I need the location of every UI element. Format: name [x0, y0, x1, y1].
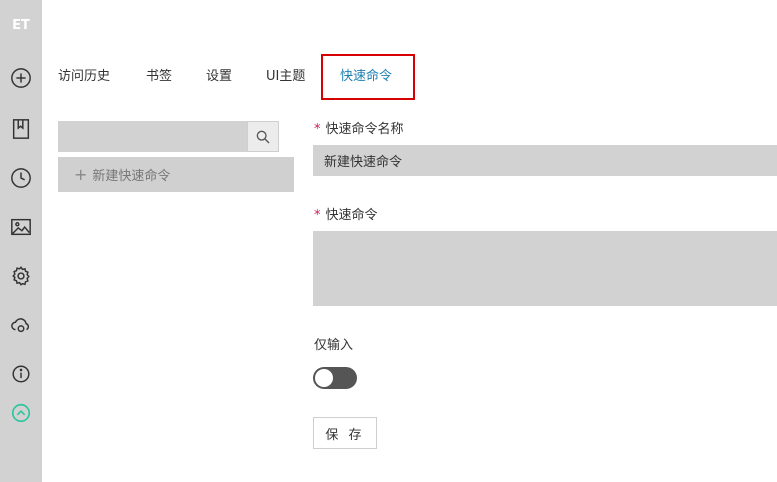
- collapse-up-icon[interactable]: [8, 400, 34, 426]
- tab-ui-theme[interactable]: UI主题: [266, 67, 305, 87]
- sidebar: ET: [0, 0, 42, 482]
- required-mark: *: [314, 122, 321, 137]
- search-box: [58, 121, 279, 152]
- required-mark: *: [314, 208, 321, 223]
- search-button[interactable]: [247, 121, 279, 152]
- app-logo: ET: [12, 18, 30, 33]
- gear-icon[interactable]: [8, 263, 34, 289]
- input-only-label: 仅输入: [314, 338, 354, 353]
- search-input[interactable]: [58, 121, 247, 152]
- tab-bookmarks[interactable]: 书签: [146, 67, 172, 87]
- command-name-label: * 快速命令名称: [314, 122, 404, 137]
- command-label: * 快速命令: [314, 208, 378, 223]
- tab-settings[interactable]: 设置: [206, 67, 232, 87]
- bookmark-icon[interactable]: [8, 116, 34, 142]
- toggle-knob: [315, 369, 333, 387]
- tab-history[interactable]: 访问历史: [58, 67, 110, 87]
- cloud-sync-icon[interactable]: [8, 312, 34, 338]
- image-icon[interactable]: [8, 214, 34, 240]
- command-name-input[interactable]: [313, 145, 777, 176]
- save-button[interactable]: 保 存: [313, 417, 377, 449]
- new-quick-command-label: 新建快速命令: [92, 169, 171, 184]
- input-only-toggle[interactable]: [313, 367, 357, 389]
- history-clock-icon[interactable]: [8, 165, 34, 191]
- search-icon: [256, 130, 270, 143]
- new-quick-command-button[interactable]: + 新建快速命令: [58, 157, 294, 192]
- active-tab-highlight: [321, 54, 415, 100]
- info-icon[interactable]: [8, 361, 34, 387]
- add-icon[interactable]: [8, 65, 34, 91]
- command-textarea[interactable]: [313, 231, 777, 306]
- plus-icon: +: [74, 164, 88, 184]
